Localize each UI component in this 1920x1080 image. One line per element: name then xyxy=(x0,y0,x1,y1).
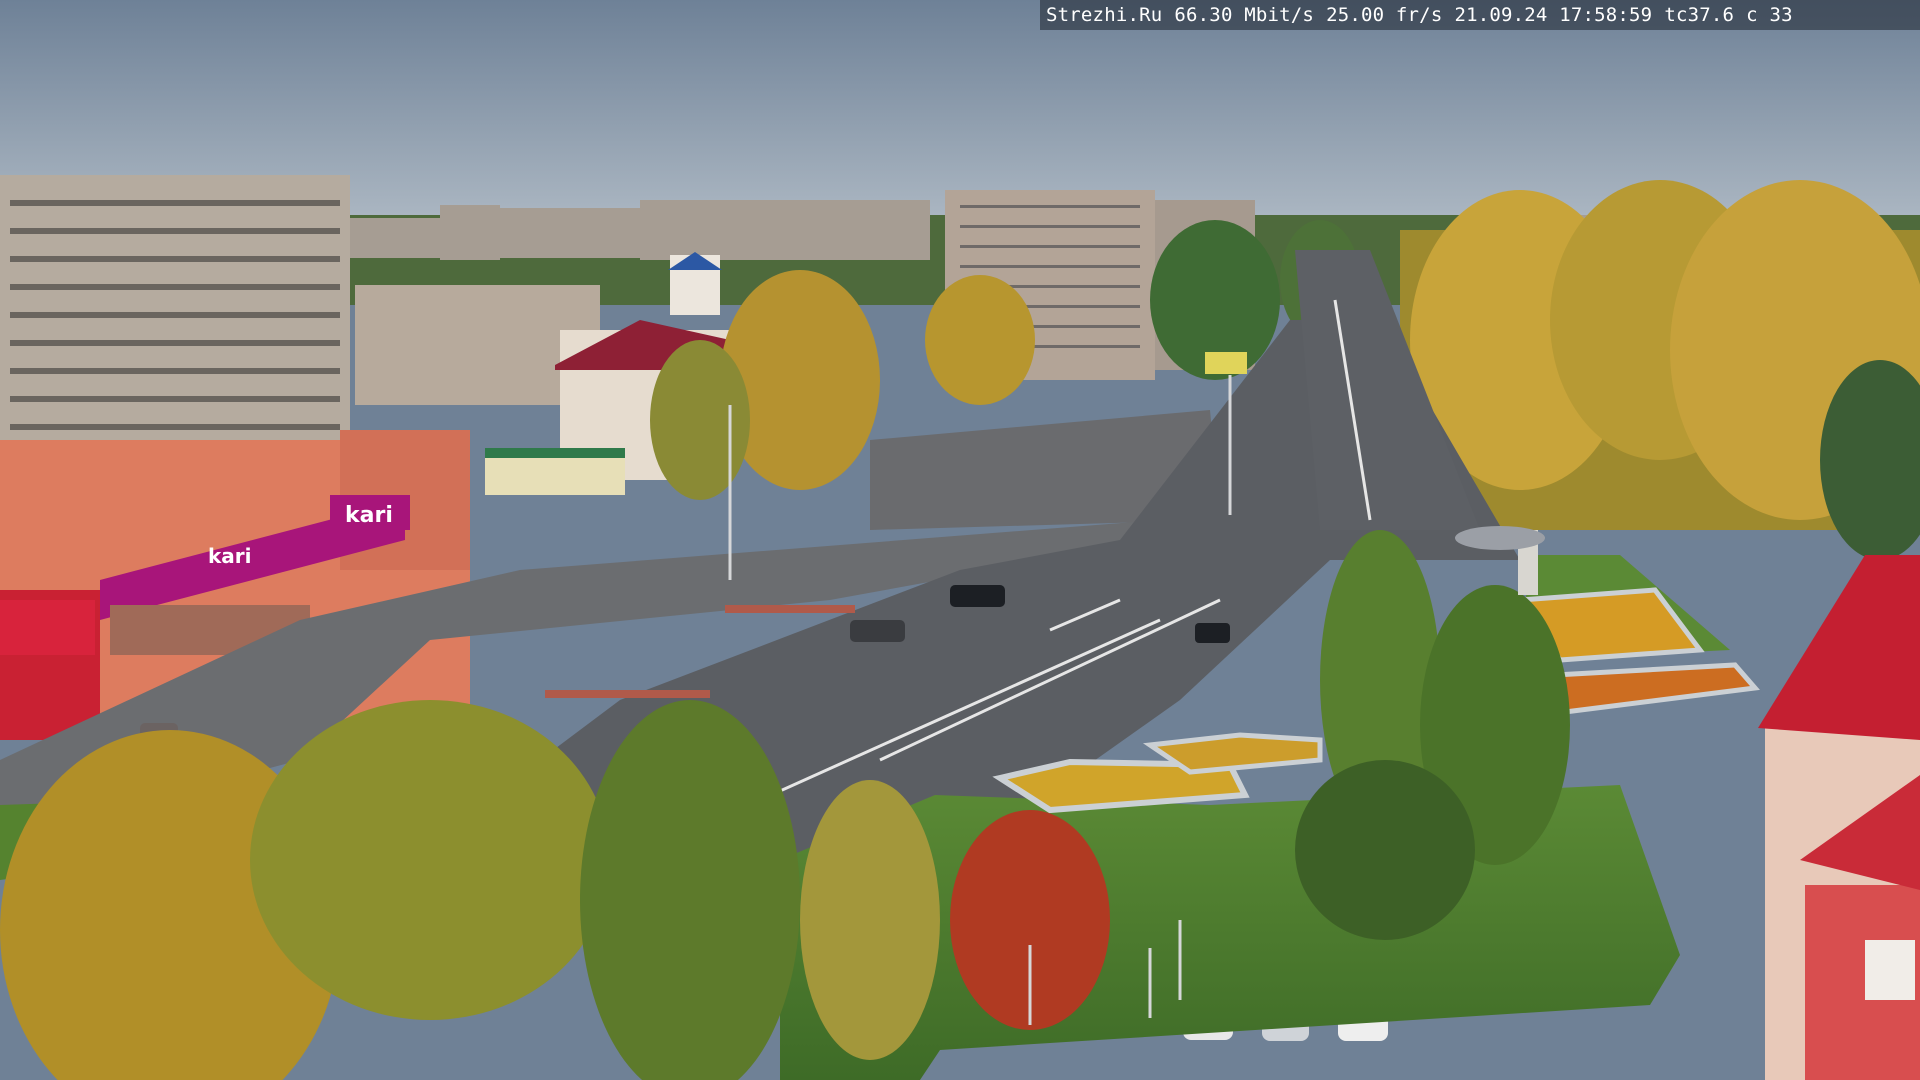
kari-sign-banner: kari xyxy=(208,544,252,568)
osd-bitrate: 66.30 Mbit/s xyxy=(1174,4,1315,26)
camera-osd-overlay: Strezhi.Ru 66.30 Mbit/s 25.00 fr/s 21.09.24… xyxy=(1040,0,1920,30)
osd-temperature: tc37.6 xyxy=(1664,4,1735,26)
billboard xyxy=(1205,352,1247,374)
kari-sign-main: kari xyxy=(345,503,393,528)
city-view-image: kari kari xyxy=(0,0,1920,1080)
osd-site: Strezhi.Ru xyxy=(1046,4,1163,26)
webcam-scene: kari kari Strezhi.Ru 66.30 Mbit/s 25.00 … xyxy=(0,0,1920,1080)
monument xyxy=(1455,526,1545,595)
osd-datetime: 21.09.24 17:58:59 xyxy=(1454,4,1653,26)
osd-extra: c 33 xyxy=(1746,4,1793,26)
osd-framerate: 25.00 fr/s xyxy=(1326,4,1443,26)
red-roof-building xyxy=(1758,555,1920,1080)
